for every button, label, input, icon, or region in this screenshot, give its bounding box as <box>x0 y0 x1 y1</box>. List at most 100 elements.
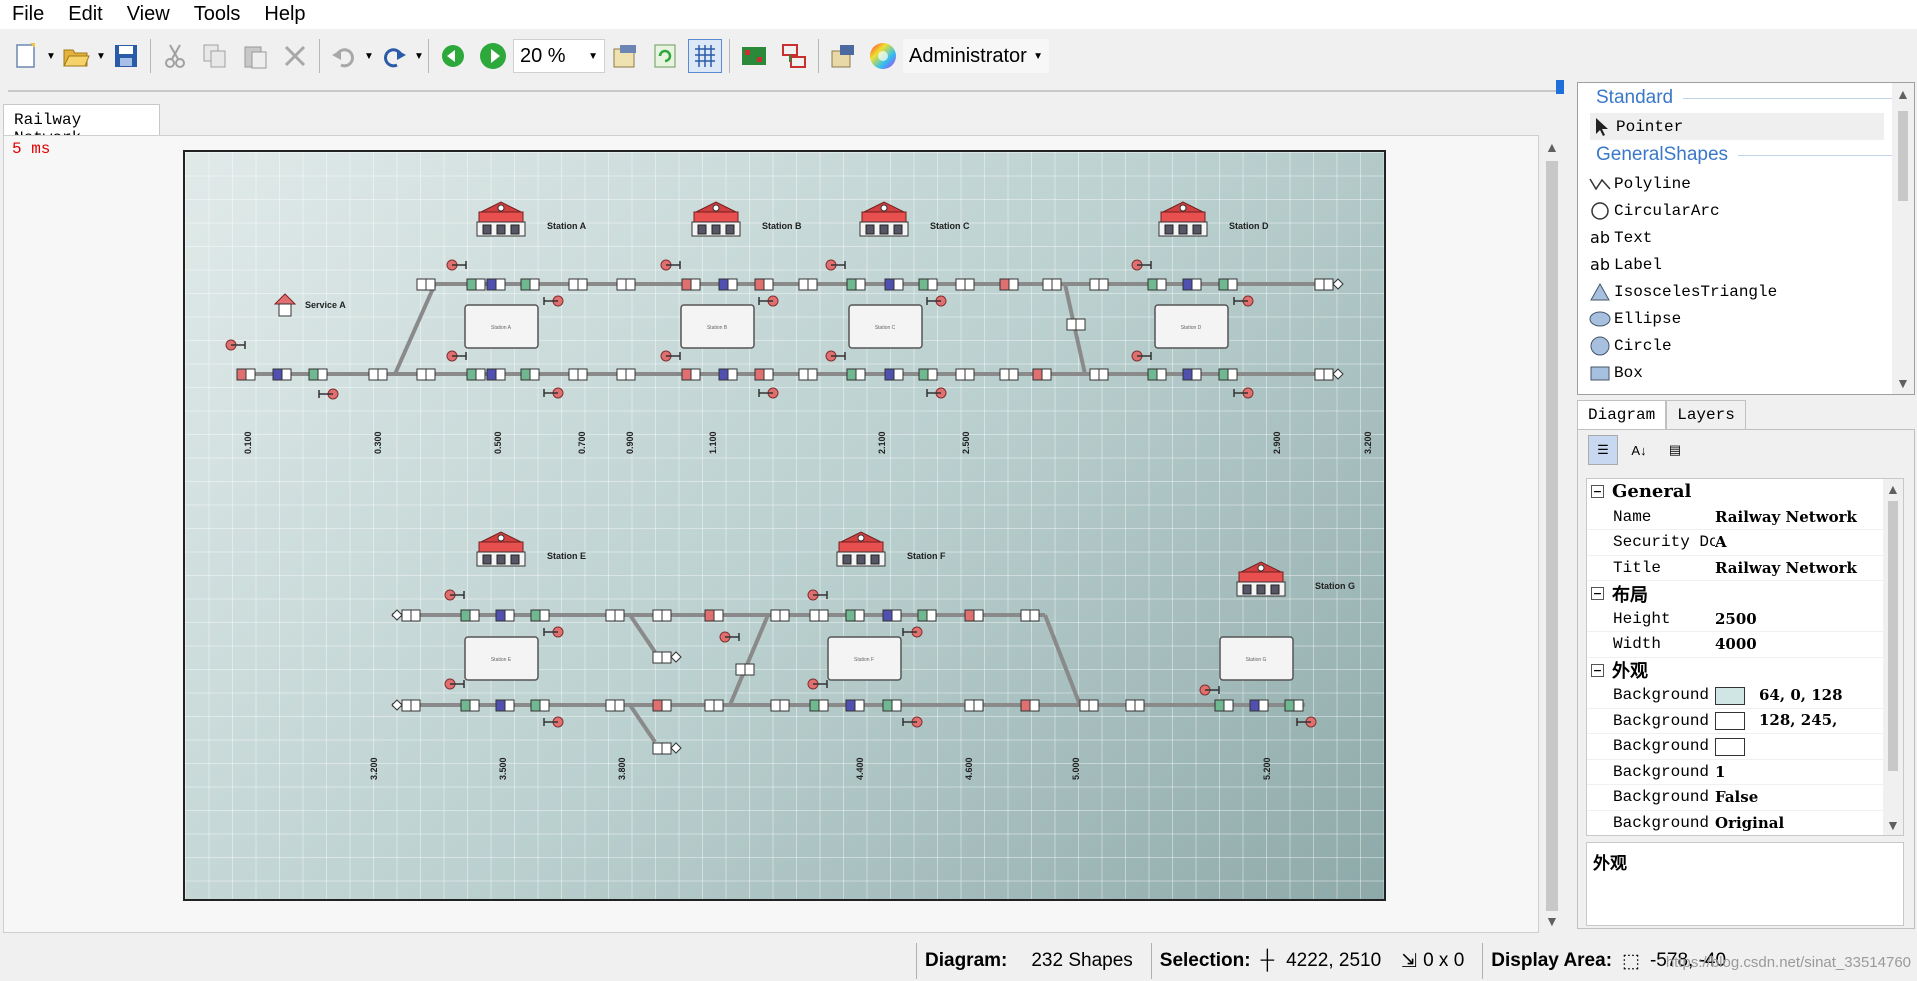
ruler-scrollbar[interactable] <box>8 80 1564 94</box>
canvas-vertical-scrollbar[interactable]: ▲ ▼ <box>1541 135 1563 933</box>
property-value[interactable]: Railway Network <box>1715 559 1903 577</box>
zoom-out-button[interactable] <box>436 39 470 73</box>
connect-button[interactable] <box>777 39 811 73</box>
property-scroll-thumb[interactable] <box>1888 501 1898 771</box>
property-value[interactable]: A <box>1715 533 1903 551</box>
track-block <box>1293 699 1304 712</box>
property-row[interactable]: Security DomainA <box>1587 530 1903 556</box>
zoom-select[interactable]: 20 % ▼ <box>513 39 605 73</box>
property-pages-button[interactable]: ▤ <box>1660 435 1690 465</box>
scroll-down-icon[interactable]: ▼ <box>1896 375 1910 391</box>
scroll-up-icon[interactable]: ▲ <box>1545 139 1559 155</box>
property-row[interactable]: Background Image1 <box>1587 760 1903 785</box>
circle-icon <box>1588 336 1612 356</box>
scroll-up-icon[interactable]: ▲ <box>1896 86 1910 102</box>
property-value[interactable]: Railway Network <box>1715 508 1903 526</box>
track-block <box>917 609 928 622</box>
open-dropdown-icon[interactable]: ▼ <box>96 39 106 73</box>
categorized-button[interactable]: ☰ <box>1588 435 1618 465</box>
collapse-icon[interactable]: − <box>1591 485 1604 499</box>
zoom-in-button[interactable] <box>476 39 510 73</box>
undo-button[interactable] <box>327 39 361 73</box>
tab-diagram[interactable]: Diagram <box>1577 400 1667 430</box>
category-layout[interactable]: − 布局 <box>1587 581 1903 607</box>
tool-ellipse[interactable]: Ellipse <box>1578 305 1914 332</box>
user-select[interactable]: Administrator ▼ <box>903 39 1049 73</box>
track-block <box>1089 278 1100 291</box>
menu-file[interactable]: File <box>0 3 56 26</box>
toolbox-panel: Standard Pointer GeneralShapes Polyline … <box>1577 82 1915 395</box>
property-row[interactable]: Title Railway Network <box>1587 556 1903 581</box>
copy-button[interactable] <box>198 39 232 73</box>
menu-help[interactable]: Help <box>252 3 317 26</box>
track-block <box>964 278 975 291</box>
category-general[interactable]: − General <box>1587 479 1903 505</box>
ruler-scroll-thumb[interactable] <box>1556 80 1564 94</box>
toolbox-scrollbar[interactable]: ▲ ▼ <box>1892 83 1914 394</box>
save-button[interactable] <box>109 39 143 73</box>
delete-button[interactable] <box>278 39 312 73</box>
layout-button[interactable] <box>737 39 771 73</box>
redo-dropdown-icon[interactable]: ▼ <box>414 39 424 73</box>
properties-button[interactable] <box>608 39 642 73</box>
property-value[interactable]: 1 <box>1715 763 1903 781</box>
property-value[interactable]: 128, 245, <box>1715 711 1903 731</box>
menu-view[interactable]: View <box>115 3 182 26</box>
property-value[interactable] <box>1715 737 1903 756</box>
canvas-scroll-thumb[interactable] <box>1546 161 1558 911</box>
designer-button[interactable] <box>826 39 860 73</box>
property-value[interactable]: 64, 0, 128 <box>1715 686 1903 705</box>
grid-toggle-button[interactable] <box>688 39 722 73</box>
tool-pointer[interactable]: Pointer <box>1590 113 1884 140</box>
tool-circle[interactable]: Circle <box>1578 332 1914 359</box>
tool-text[interactable]: ab Text <box>1578 224 1914 251</box>
redo-button[interactable] <box>377 39 411 73</box>
property-grid[interactable]: −General NameRailway Network Security Do… <box>1586 478 1904 836</box>
tab-railway-network[interactable]: Railway Network <box>3 104 160 147</box>
open-button[interactable] <box>59 39 93 73</box>
railway-diagram[interactable]: Station A Station B Station C Station D Stat… <box>183 150 1386 901</box>
undo-dropdown-icon[interactable]: ▼ <box>364 39 374 73</box>
property-row[interactable]: Height 2500 <box>1587 607 1903 632</box>
new-button[interactable] <box>9 39 43 73</box>
property-row[interactable]: Name Railway Network <box>1587 505 1903 530</box>
property-grid-scrollbar[interactable]: ▲ ▼ <box>1883 479 1903 835</box>
tool-box[interactable]: Box <box>1578 359 1914 386</box>
toolbox-scroll-thumb[interactable] <box>1898 111 1908 201</box>
property-row[interactable]: Background Image <box>1587 734 1903 760</box>
collapse-icon[interactable]: − <box>1591 663 1604 677</box>
property-value[interactable]: False <box>1715 788 1903 806</box>
toolbox-category-standard[interactable]: Standard <box>1578 83 1914 113</box>
alphabetical-button[interactable]: A↓ <box>1624 435 1654 465</box>
toolbox-category-generalshapes[interactable]: GeneralShapes <box>1578 140 1914 170</box>
menu-edit[interactable]: Edit <box>56 3 114 26</box>
menu-tools[interactable]: Tools <box>182 3 253 26</box>
color-picker-button[interactable] <box>866 39 900 73</box>
tool-isoscelestriangle[interactable]: IsoscelesTriangle <box>1578 278 1914 305</box>
property-row[interactable]: Background Gradient 128, 245, <box>1587 709 1903 734</box>
tool-circulararc[interactable]: CircularArc <box>1578 197 1914 224</box>
property-row[interactable]: Background ImageOriginal <box>1587 811 1903 836</box>
tool-label[interactable]: ab Label <box>1578 251 1914 278</box>
paste-button[interactable] <box>238 39 272 73</box>
new-dropdown-icon[interactable]: ▼ <box>46 39 56 73</box>
track-block <box>807 278 818 291</box>
scroll-up-icon[interactable]: ▲ <box>1886 481 1900 497</box>
diagram-canvas[interactable]: 5 ms Station A Station B Station C Station … <box>3 135 1539 933</box>
tab-layers[interactable]: Layers <box>1666 400 1746 430</box>
property-row[interactable]: Background ImageFalse <box>1587 785 1903 811</box>
collapse-icon[interactable]: − <box>1591 587 1604 601</box>
property-value[interactable]: Original <box>1715 814 1903 832</box>
property-row[interactable]: Width 4000 <box>1587 632 1903 658</box>
property-value[interactable]: 4000 <box>1715 635 1903 653</box>
category-appearance[interactable]: − 外观 <box>1587 658 1903 684</box>
tool-polyline[interactable]: Polyline <box>1578 170 1914 197</box>
track-segment <box>628 703 657 744</box>
refresh-button[interactable] <box>648 39 682 73</box>
track-block <box>1098 278 1109 291</box>
property-row[interactable]: Background Color 64, 0, 128 <box>1587 683 1903 709</box>
scroll-down-icon[interactable]: ▼ <box>1886 817 1900 833</box>
property-value[interactable]: 2500 <box>1715 610 1903 628</box>
scroll-down-icon[interactable]: ▼ <box>1545 913 1559 929</box>
cut-button[interactable] <box>158 39 192 73</box>
